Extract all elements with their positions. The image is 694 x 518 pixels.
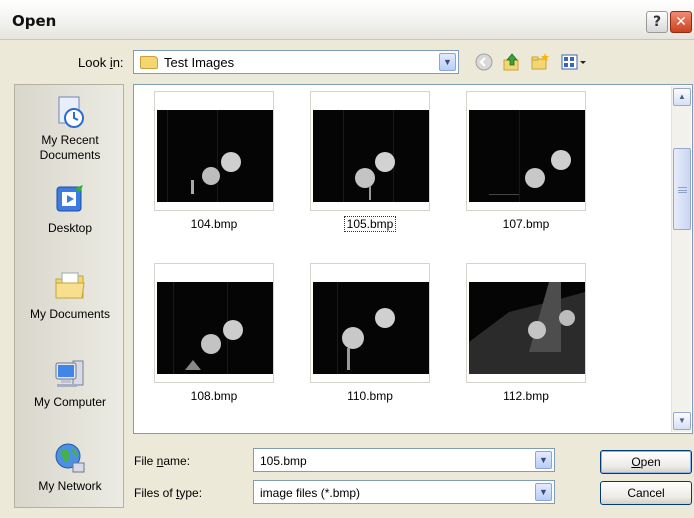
open-button[interactable]: Open — [600, 450, 692, 474]
grip-icon — [678, 187, 687, 193]
close-button[interactable]: ✕ — [670, 11, 692, 33]
file-type-value: image files (*.bmp) — [260, 486, 361, 500]
places-bar: My Recent Documents Desktop My Documents — [14, 84, 124, 508]
look-in-combo[interactable]: Test Images ▼ — [133, 50, 459, 74]
file-type-label: Files of type: — [134, 486, 203, 500]
file-list[interactable]: 104.bmp 105.bmp 107.bmp 108.bmp 110.bmp … — [133, 84, 693, 434]
thumbnail-image — [313, 110, 429, 202]
chevron-down-icon[interactable]: ▼ — [535, 451, 552, 469]
back-icon[interactable] — [474, 52, 494, 72]
title-bar[interactable]: Open ? ✕ — [0, 0, 694, 40]
thumbnail-image — [469, 110, 585, 202]
scroll-down-button[interactable]: ▼ — [673, 412, 691, 430]
place-recent-documents[interactable]: My Recent Documents — [15, 95, 125, 163]
file-name: 105.bmp — [310, 216, 430, 232]
file-name: 112.bmp — [503, 389, 549, 403]
views-menu-icon[interactable] — [560, 52, 590, 72]
new-folder-icon[interactable] — [530, 52, 550, 72]
file-name: 110.bmp — [347, 389, 393, 403]
place-label: My Recent Documents — [39, 133, 101, 162]
thumbnail-frame — [466, 91, 586, 211]
thumbnail-image — [157, 282, 273, 374]
file-name-field[interactable]: 105.bmp ▼ — [253, 448, 555, 472]
chevron-down-icon[interactable]: ▼ — [535, 483, 552, 501]
thumbnail-image — [313, 282, 429, 374]
file-name: 108.bmp — [190, 389, 238, 403]
open-dialog: Open ? ✕ Look in: Test Images ▼ My Recen… — [0, 0, 694, 518]
chevron-down-icon[interactable]: ▼ — [439, 53, 456, 71]
file-name: 107.bmp — [502, 217, 550, 231]
up-folder-icon[interactable] — [502, 52, 522, 72]
place-label: Desktop — [47, 221, 93, 235]
look-in-value: Test Images — [164, 55, 235, 70]
thumbnail-frame — [310, 263, 430, 383]
thumbnail-image — [469, 282, 585, 374]
place-my-documents[interactable]: My Documents — [15, 269, 125, 322]
thumbnail-frame — [310, 91, 430, 211]
recent-documents-icon — [58, 96, 84, 128]
place-label: My Documents — [29, 307, 111, 321]
folder-icon — [140, 56, 158, 69]
look-in-label: Look in: — [78, 55, 124, 70]
thumbnail-frame — [154, 263, 274, 383]
thumbnail-frame — [154, 91, 274, 211]
place-my-computer[interactable]: My Computer — [15, 357, 125, 410]
place-label: My Computer — [33, 395, 107, 409]
thumbnail-frame — [466, 263, 586, 383]
window-title: Open — [12, 12, 57, 30]
file-name-label: File name: — [134, 454, 191, 468]
place-label: My Network — [38, 479, 102, 493]
my-computer-icon — [55, 360, 84, 387]
help-button[interactable]: ? — [646, 11, 668, 33]
my-network-icon — [55, 443, 85, 473]
file-name-value: 105.bmp — [260, 454, 307, 468]
place-desktop[interactable]: Desktop — [15, 183, 125, 236]
thumbnail-image — [157, 110, 273, 202]
file-name: 104.bmp — [190, 217, 238, 231]
file-type-select[interactable]: image files (*.bmp) ▼ — [253, 480, 555, 504]
place-my-network[interactable]: My Network — [15, 441, 125, 494]
cancel-button[interactable]: Cancel — [600, 481, 692, 505]
vertical-scrollbar[interactable]: ▲ ▼ — [671, 86, 691, 432]
scroll-up-button[interactable]: ▲ — [673, 88, 691, 106]
my-documents-icon — [55, 272, 85, 299]
scroll-thumb[interactable] — [673, 148, 691, 230]
desktop-icon — [56, 185, 83, 212]
